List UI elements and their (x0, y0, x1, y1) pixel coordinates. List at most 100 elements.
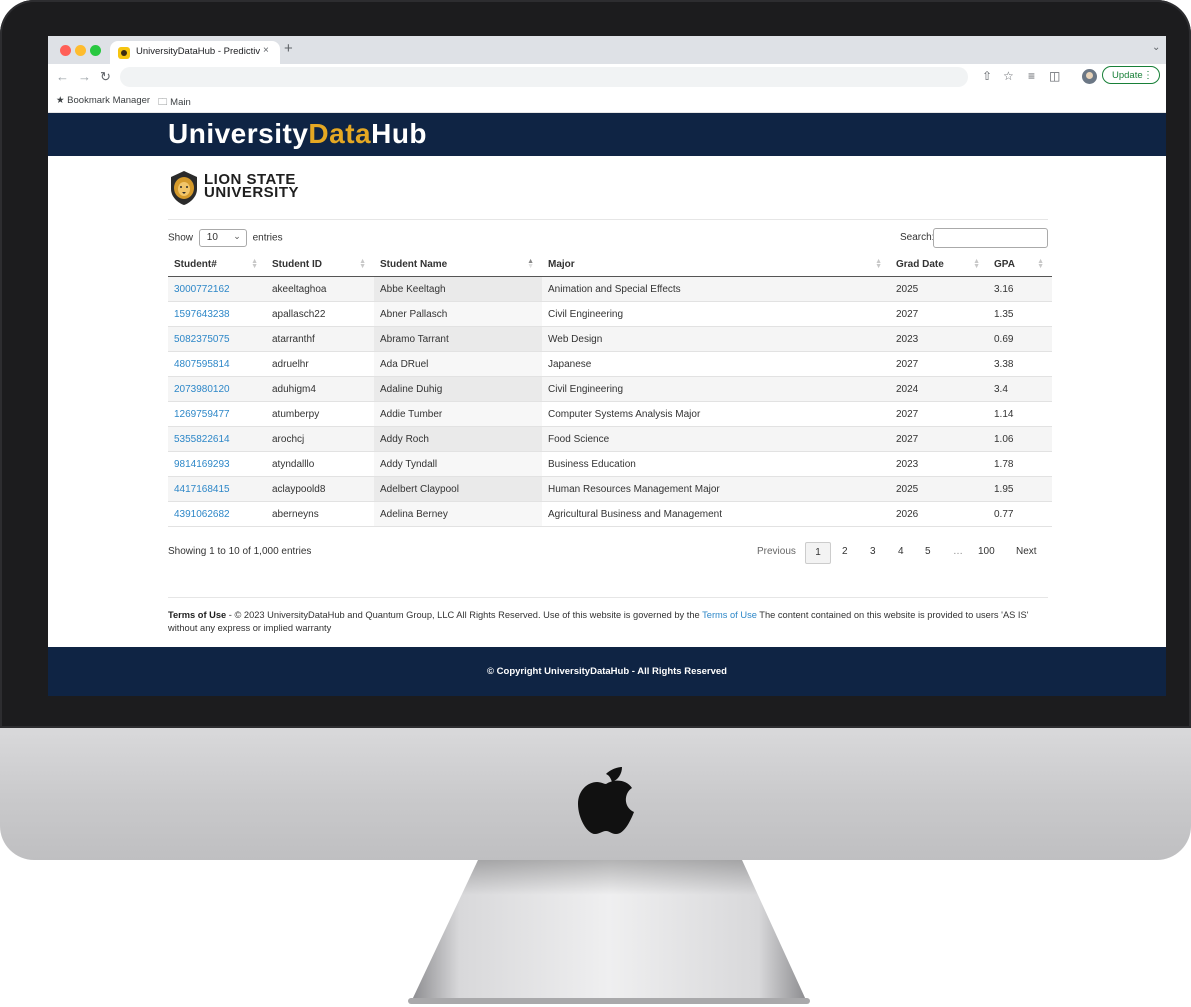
university-name: LION STATE UNIVERSITY (204, 172, 299, 200)
page-button-5[interactable]: 5 (925, 542, 931, 562)
screen: UniversityDataHub - Predictive × + ⌄ ← →… (48, 36, 1166, 696)
column-header-student-id[interactable]: Student ID ▲ ▼ (266, 252, 374, 277)
grad-date-cell: 2026 (890, 501, 988, 527)
column-header-major[interactable]: Major ▲ ▼ (542, 252, 890, 277)
student-name-cell: Abramo Tarrant (374, 326, 542, 352)
lion-crest-icon (171, 171, 197, 205)
gpa-cell: 0.77 (988, 501, 1052, 527)
student-id-cell: atumberpy (266, 401, 374, 427)
side-panel-icon[interactable]: ◫ (1049, 69, 1060, 83)
browser-toolbar: ← → ↻ ⇧ ☆ ≡ ◫ Update ⋮ (48, 64, 1166, 90)
share-icon[interactable]: ⇧ (982, 69, 992, 83)
terms-text-1: - © 2023 UniversityDataHub and Quantum G… (226, 610, 703, 620)
gpa-cell: 1.06 (988, 426, 1052, 452)
student-number-link[interactable]: 1269759477 (168, 401, 266, 427)
student-number-link[interactable]: 4391062682 (168, 501, 266, 527)
major-cell: Civil Engineering (542, 376, 890, 402)
bookmark-main-link[interactable]: 🗀 Main (158, 95, 191, 111)
table-row: 4807595814 adruelhr Ada DRuel Japanese 2027 3… (168, 351, 1052, 377)
entries-length-select[interactable]: 10 ⌄ (198, 229, 247, 247)
student-id-cell: akeeltaghoa (266, 276, 374, 302)
entries-label: entries (252, 232, 283, 244)
student-name-cell: Adelbert Claypool (374, 476, 542, 502)
page-button-3[interactable]: 3 (870, 542, 876, 562)
site-footer: © Copyright UniversityDataHub - All Righ… (48, 647, 1166, 696)
page-button-100[interactable]: 100 (978, 542, 995, 562)
close-window-dot[interactable] (60, 45, 71, 56)
update-button[interactable]: Update ⋮ (1102, 66, 1160, 84)
tab-title: UniversityDataHub - Predictive (136, 46, 260, 57)
student-id-cell: adruelhr (266, 351, 374, 377)
bookmark-label: Main (170, 97, 191, 108)
tab-close-icon[interactable]: × (263, 45, 269, 56)
imac-stand (408, 860, 810, 1004)
table-row: 9814169293 atyndalllo Addy Tyndall Business… (168, 451, 1052, 477)
university-logo: LION STATE UNIVERSITY (168, 170, 308, 206)
new-tab-icon[interactable]: + (284, 40, 293, 57)
forward-arrow-icon[interactable]: → (78, 69, 91, 84)
page-button-4[interactable]: 4 (898, 542, 904, 562)
address-bar[interactable] (120, 67, 968, 87)
sort-icon: ▲ ▼ (251, 258, 258, 270)
student-id-cell: apallasch22 (266, 301, 374, 327)
sort-icon: ▲ ▼ (359, 258, 366, 270)
gpa-cell: 3.38 (988, 351, 1052, 377)
page-button-2[interactable]: 2 (842, 542, 848, 562)
profile-avatar[interactable] (1082, 69, 1097, 84)
grad-date-cell: 2027 (890, 401, 988, 427)
gpa-cell: 0.69 (988, 326, 1052, 352)
bookmark-label: Bookmark Manager (67, 95, 151, 106)
terms-notice: Terms of Use - © 2023 UniversityDataHub … (168, 609, 1058, 635)
major-cell: Food Science (542, 426, 890, 452)
student-number-link[interactable]: 2073980120 (168, 376, 266, 402)
major-cell: Agricultural Business and Management (542, 501, 890, 527)
show-label: Show (168, 232, 194, 244)
site-brand[interactable]: UniversityDataHub (168, 118, 427, 150)
previous-page-button[interactable]: Previous (757, 542, 796, 562)
student-id-cell: atarranthf (266, 326, 374, 352)
browser-tab[interactable]: UniversityDataHub - Predictive × (110, 41, 280, 64)
student-number-link[interactable]: 4417168415 (168, 476, 266, 502)
reading-list-icon[interactable]: ≡ (1028, 69, 1035, 83)
student-number-link[interactable]: 3000772162 (168, 276, 266, 302)
back-arrow-icon[interactable]: ← (56, 69, 69, 84)
major-cell: Japanese (542, 351, 890, 377)
student-name-cell: Abbe Keeltagh (374, 276, 542, 302)
divider (168, 597, 1048, 598)
gpa-cell: 3.4 (988, 376, 1052, 402)
maximize-window-dot[interactable] (90, 45, 101, 56)
entries-length-control: Show 10 ⌄ entries (168, 229, 283, 247)
gpa-cell: 1.35 (988, 301, 1052, 327)
grad-date-cell: 2027 (890, 301, 988, 327)
student-number-link[interactable]: 5082375075 (168, 326, 266, 352)
student-number-link[interactable]: 5355822614 (168, 426, 266, 452)
student-number-link[interactable]: 9814169293 (168, 451, 266, 477)
column-header-student-name[interactable]: Student Name ▲ ▼ (374, 252, 542, 277)
table-row: 5355822614 arochcj Addy Roch Food Science 20… (168, 426, 1052, 452)
student-number-link[interactable]: 4807595814 (168, 351, 266, 377)
reload-icon[interactable]: ↻ (100, 69, 111, 85)
search-label: Search: (900, 232, 935, 243)
students-table: Student# ▲ ▼ Student ID ▲ ▼ Student Name ▲ ▼ M… (168, 252, 1052, 527)
star-icon[interactable]: ☆ (1003, 69, 1014, 83)
terms-of-use-link[interactable]: Terms of Use (702, 610, 757, 620)
sort-icon: ▲ ▼ (973, 258, 980, 270)
divider (168, 219, 1048, 220)
next-page-button[interactable]: Next (1016, 542, 1037, 562)
column-header-grad-date[interactable]: Grad Date ▲ ▼ (890, 252, 988, 277)
student-id-cell: aclaypoold8 (266, 476, 374, 502)
student-name-cell: Addie Tumber (374, 401, 542, 427)
major-cell: Business Education (542, 451, 890, 477)
minimize-window-dot[interactable] (75, 45, 86, 56)
student-number-link[interactable]: 1597643238 (168, 301, 266, 327)
table-row: 1597643238 apallasch22 Abner Pallasch Civil… (168, 301, 1052, 327)
student-name-cell: Ada DRuel (374, 351, 542, 377)
major-cell: Human Resources Management Major (542, 476, 890, 502)
column-header-gpa[interactable]: GPA ▲ ▼ (988, 252, 1052, 277)
column-header-student-number[interactable]: Student# ▲ ▼ (168, 252, 266, 277)
page-button-1[interactable]: 1 (805, 542, 831, 564)
tab-search-chevron-icon[interactable]: ⌄ (1152, 42, 1160, 53)
bookmark-manager-link[interactable]: ★ Bookmark Manager (56, 95, 150, 106)
student-id-cell: arochcj (266, 426, 374, 452)
search-input[interactable] (933, 228, 1048, 248)
